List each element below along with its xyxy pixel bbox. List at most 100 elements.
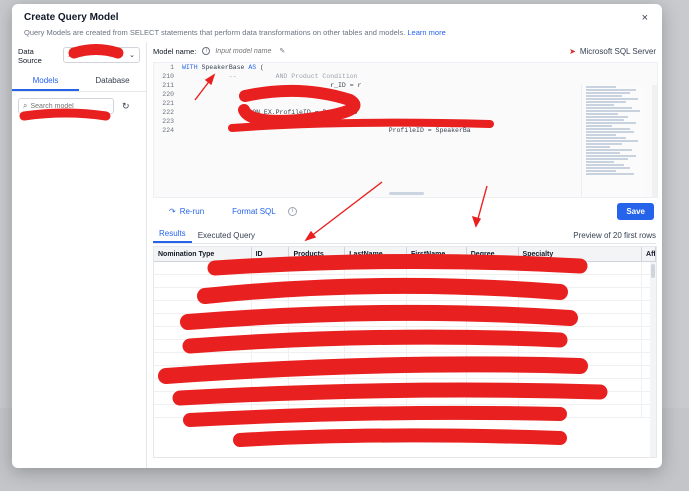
editor-minimap[interactable] — [581, 85, 645, 197]
line-number: 222 — [162, 109, 174, 116]
dialog-header: Create Query Model Query Models are crea… — [12, 4, 662, 42]
table-row[interactable] — [154, 314, 656, 327]
left-panel: Data Source ➤ ⌄ Models Database ⌕ ↻ — [12, 42, 147, 468]
table-cell — [345, 275, 407, 287]
table-cell — [345, 288, 407, 300]
save-button[interactable]: Save — [617, 202, 654, 220]
column-header[interactable]: ID — [252, 247, 290, 261]
table-cell — [154, 275, 252, 287]
info-icon[interactable]: i — [287, 206, 297, 216]
table-cell — [252, 366, 290, 378]
table-cell — [345, 366, 407, 378]
column-header[interactable]: FirstName — [407, 247, 467, 261]
table-row[interactable] — [154, 262, 656, 275]
table-cell — [154, 262, 252, 274]
grid-header: Nomination Type ID Products LastName FirstNa… — [154, 247, 656, 262]
database-type-label: Microsoft SQL Server — [579, 46, 656, 56]
data-source-row: Data Source ➤ ⌄ — [12, 42, 146, 70]
table-row[interactable] — [154, 353, 656, 366]
format-sql-label: Format SQL — [232, 206, 276, 216]
line-number: 224 — [162, 127, 174, 134]
code-token: SpeakerBase — [197, 64, 249, 71]
minimap-line — [586, 122, 636, 124]
data-source-select[interactable]: ➤ ⌄ — [62, 47, 140, 63]
table-cell — [519, 262, 643, 274]
table-row[interactable] — [154, 327, 656, 340]
table-row[interactable] — [154, 392, 656, 405]
tab-models[interactable]: Models — [12, 72, 79, 91]
tab-executed-query[interactable]: Executed Query — [192, 231, 261, 243]
table-cell — [289, 340, 346, 352]
pencil-icon[interactable]: ✎ — [279, 47, 285, 55]
table-row[interactable] — [154, 405, 656, 418]
code-token: r_ID = r — [182, 82, 362, 89]
table-cell — [467, 262, 519, 274]
refresh-icon[interactable]: ↻ — [122, 101, 130, 112]
table-cell — [252, 275, 290, 287]
minimap-line — [586, 134, 616, 136]
column-header[interactable]: Nomination Type — [154, 247, 252, 261]
create-query-model-dialog: Create Query Model Query Models are crea… — [12, 4, 662, 468]
table-row[interactable] — [154, 366, 656, 379]
grid-scrollbar[interactable] — [650, 262, 656, 457]
column-header[interactable]: LastName — [345, 247, 407, 261]
code-token: ON EX.ProfileID = — [182, 109, 323, 116]
code-text: WITH SpeakerBase AS ( — [182, 63, 264, 72]
sql-editor[interactable]: 1 WITH SpeakerBase AS (210 -- AND Product… — [153, 62, 658, 198]
table-cell — [519, 327, 643, 339]
info-icon[interactable]: i — [202, 47, 211, 55]
table-row[interactable] — [154, 379, 656, 392]
table-row[interactable] — [154, 288, 656, 301]
minimap-line — [586, 149, 632, 151]
model-name-label: Model name: — [153, 46, 197, 56]
table-cell — [345, 340, 407, 352]
column-header[interactable]: Affiliati — [642, 247, 656, 261]
editor-scrollbar[interactable] — [652, 85, 657, 197]
rerun-icon: ↷ — [169, 206, 176, 216]
minimap-line — [586, 95, 622, 97]
table-row[interactable] — [154, 340, 656, 353]
column-header[interactable]: Degree — [467, 247, 519, 261]
minimap-line — [586, 107, 632, 109]
minimap-line — [586, 140, 638, 142]
table-cell — [407, 288, 467, 300]
editor-horizontal-scrollbar[interactable] — [389, 192, 424, 195]
column-header[interactable]: Products — [289, 247, 346, 261]
dialog-title: Create Query Model — [24, 12, 119, 23]
minimap-line — [586, 137, 626, 139]
chevron-down-icon: ⌄ — [129, 52, 135, 59]
table-cell — [252, 340, 290, 352]
model-search-box[interactable]: ⌕ — [18, 98, 114, 114]
table-cell — [467, 340, 519, 352]
tab-database[interactable]: Database — [79, 72, 146, 91]
minimap-line — [586, 155, 636, 157]
keyword: AS — [248, 64, 257, 71]
table-cell — [154, 405, 252, 417]
code-text: ON EX.ProfileID = ProfileID — [182, 108, 357, 117]
subtitle-text: Query Models are created from SELECT sta… — [24, 28, 406, 37]
model-search-input[interactable] — [30, 102, 101, 110]
query-toolbar: ↷ Re-run Format SQL i Save — [147, 200, 662, 222]
table-cell — [154, 327, 252, 339]
scrollbar-thumb[interactable] — [651, 264, 655, 278]
table-row[interactable] — [154, 275, 656, 288]
column-header[interactable]: Specialty — [519, 247, 643, 261]
close-icon[interactable]: × — [642, 12, 648, 24]
table-cell — [289, 314, 346, 326]
code-text: -- AND Product Condition — [182, 72, 358, 81]
format-sql-button[interactable]: Format SQL — [232, 207, 276, 216]
keyword: WITH — [182, 64, 198, 71]
learn-more-link[interactable]: Learn more — [407, 28, 445, 37]
table-cell — [519, 301, 643, 313]
table-row[interactable] — [154, 301, 656, 314]
minimap-line — [586, 167, 630, 169]
rerun-button[interactable]: ↷ Re-run — [169, 207, 204, 216]
minimap-line — [586, 104, 614, 106]
table-cell — [289, 379, 346, 391]
line-number: 210 — [162, 73, 174, 80]
results-grid: Nomination Type ID Products LastName FirstNa… — [153, 246, 657, 458]
sql-server-icon: ➤ — [569, 46, 576, 56]
table-cell — [519, 314, 643, 326]
tab-results[interactable]: Results — [153, 229, 192, 243]
model-name-input[interactable] — [215, 47, 280, 55]
